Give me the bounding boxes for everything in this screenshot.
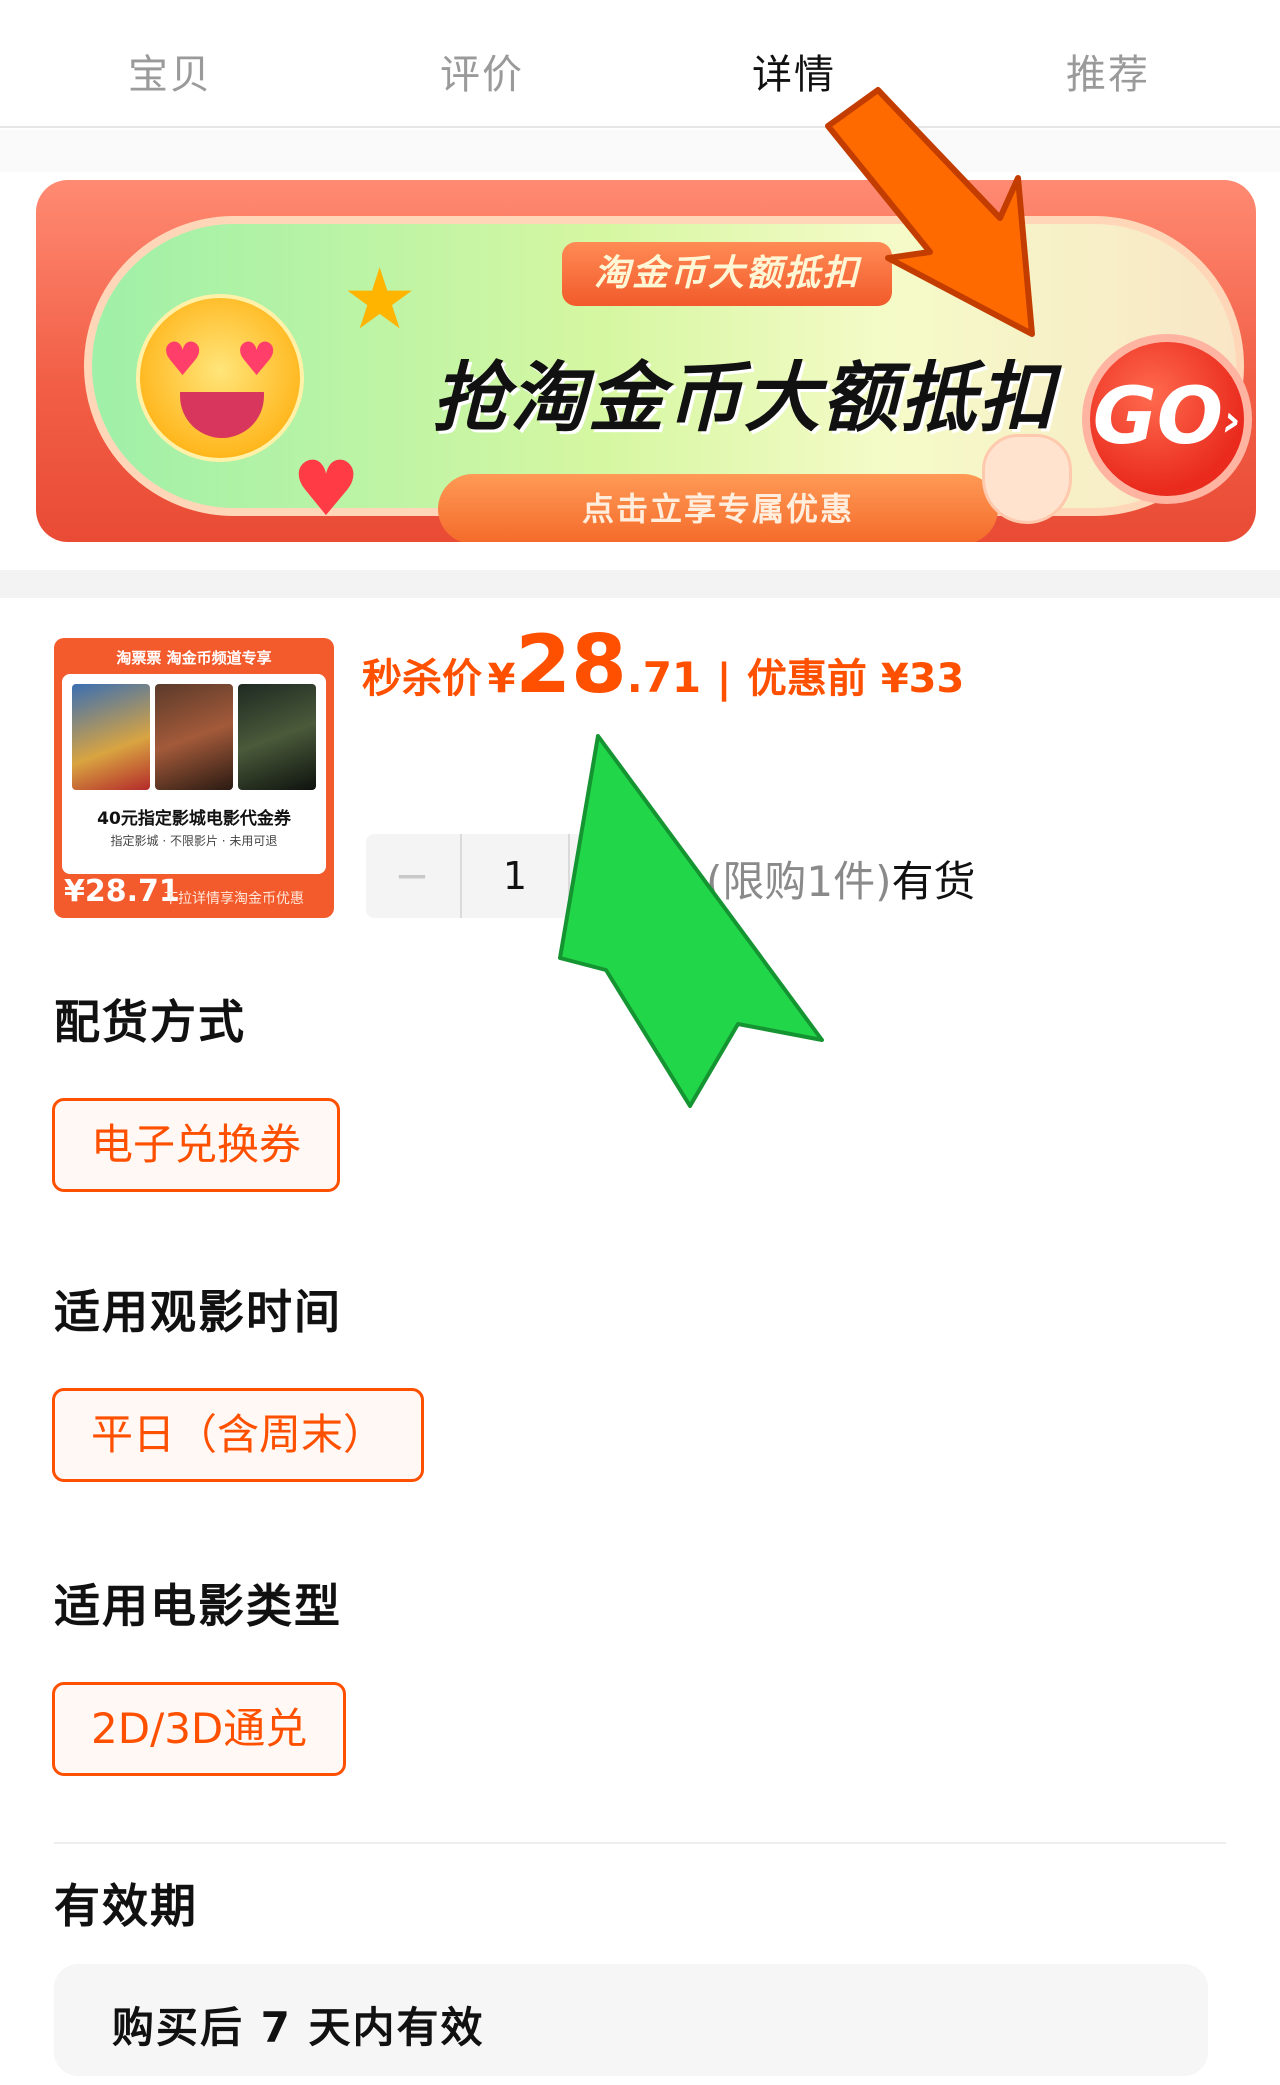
pointing-hand-icon — [982, 434, 1072, 524]
tab-bar: 宝贝 评价 详情 推荐 — [0, 0, 1280, 128]
heart-eye-icon: ♥ — [236, 332, 278, 386]
promo-banner[interactable]: ♥ ♥ ★ ♥ 淘金币大额抵扣 抢淘金币大额抵扣 点击立享专属优惠 GO› — [36, 180, 1256, 542]
validity-box: 购买后 7 天内有效 — [54, 1964, 1208, 2076]
price-separator: | — [716, 656, 732, 702]
price-label: 秒杀价 — [362, 656, 482, 702]
movie-poster-image — [155, 684, 233, 790]
thumbnail-header: 淘票票 淘金币频道专享 — [116, 649, 272, 667]
viewing-time-option-chip[interactable]: 平日（含周末） — [52, 1388, 425, 1482]
stock-status: 有货 — [891, 857, 976, 906]
thumbnail-price: ¥28.71 — [64, 874, 180, 909]
tab-details[interactable]: 详情 — [752, 42, 836, 100]
stock-info: (限购1件)有货 — [706, 848, 976, 909]
viewing-time-title: 适用观影时间 — [54, 1285, 342, 1339]
tab-reviews[interactable]: 评价 — [440, 42, 524, 100]
mouth-shape — [180, 392, 264, 438]
banner-subtitle-button[interactable]: 点击立享专属优惠 — [438, 474, 998, 542]
divider — [54, 1842, 1226, 1844]
quantity-value[interactable]: 1 — [460, 834, 570, 918]
price-currency: ¥ — [487, 656, 516, 702]
product-thumbnail[interactable]: 淘票票 淘金币频道专享 40元指定影城电影代金券 指定影城 · 不限影片 · 未… — [54, 638, 334, 918]
movie-type-option-chip[interactable]: 2D/3D通兑 — [52, 1682, 347, 1776]
tab-baobei[interactable]: 宝贝 — [128, 42, 212, 100]
heart-icon: ♥ — [292, 444, 361, 533]
decrease-button[interactable]: − — [366, 834, 458, 918]
star-icon: ★ — [342, 250, 418, 348]
go-button[interactable]: GO› — [1082, 334, 1252, 504]
delivery-option-chip[interactable]: 电子兑换券 — [52, 1098, 341, 1192]
heart-eyes-emoji-icon: ♥ ♥ — [136, 294, 304, 462]
go-label: GO — [1092, 372, 1224, 462]
movie-poster-image — [238, 684, 316, 790]
thumbnail-footer: 下拉详情享淘金币优惠 — [164, 891, 304, 907]
price-line: 秒杀价 ¥28.71 | 优惠前 ¥33 — [362, 618, 964, 711]
original-price: 优惠前 ¥33 — [746, 656, 965, 702]
banner-title: 抢淘金币大额抵扣 — [432, 353, 1056, 442]
banner-pill: ♥ ♥ ★ ♥ 淘金币大额抵扣 抢淘金币大额抵扣 点击立享专属优惠 GO› — [84, 216, 1252, 542]
heart-eye-icon: ♥ — [162, 332, 204, 386]
price-decimal: .71 — [626, 653, 702, 702]
movie-poster-image — [72, 684, 150, 790]
increase-button[interactable]: + — [572, 834, 666, 918]
banner-tag: 淘金币大额抵扣 — [562, 242, 892, 306]
green-arrow-icon — [558, 734, 824, 1108]
validity-title: 有效期 — [54, 1879, 198, 1933]
tab-spacer — [0, 130, 1280, 172]
chevron-right-icon: › — [1223, 395, 1242, 447]
tab-recommend[interactable]: 推荐 — [1066, 42, 1150, 100]
delivery-title: 配货方式 — [54, 995, 246, 1049]
thumbnail-note: 指定影城 · 不限影片 · 未用可退 — [110, 834, 278, 848]
purchase-limit: (限购1件) — [706, 857, 892, 906]
section-divider-band — [0, 570, 1280, 598]
movie-type-title: 适用电影类型 — [54, 1579, 342, 1633]
quantity-stepper: − 1 + — [366, 834, 666, 918]
validity-value: 购买后 7 天内有效 — [112, 2003, 485, 2052]
price-integer: 28 — [515, 618, 627, 711]
thumbnail-title: 40元指定影城电影代金券 — [97, 809, 291, 829]
thumbnail-card: 40元指定影城电影代金券 指定影城 · 不限影片 · 未用可退 — [62, 674, 326, 874]
